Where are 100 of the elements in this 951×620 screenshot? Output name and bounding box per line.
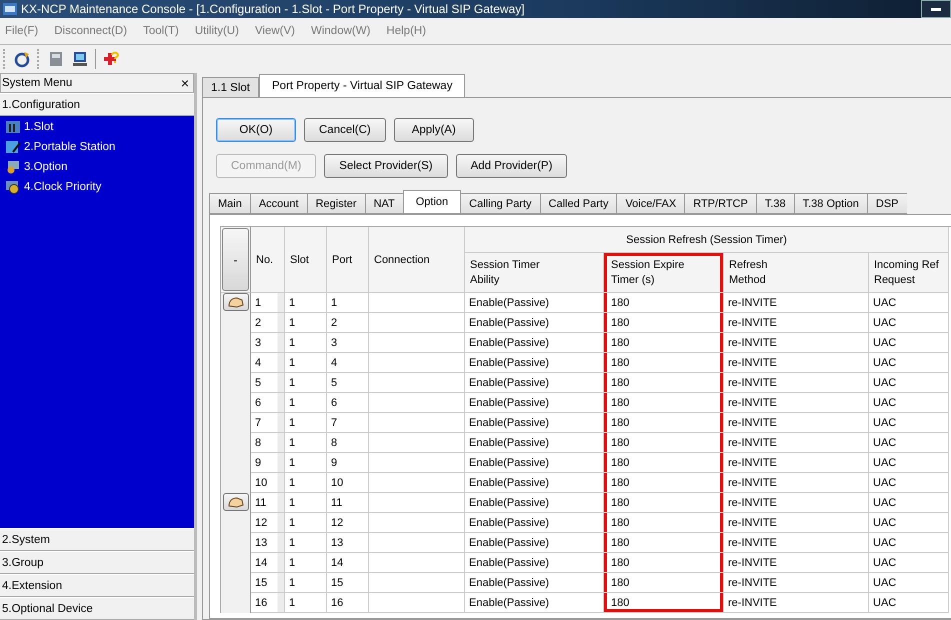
tab[interactable]: T.38 <box>756 193 794 214</box>
action-button[interactable]: Apply(A) <box>394 118 474 142</box>
table-cell: UAC <box>869 553 949 573</box>
table-cell: Enable(Passive) <box>465 593 604 613</box>
document-tab[interactable]: 1.1 Slot <box>202 77 259 97</box>
table-cell: 1 <box>285 453 327 473</box>
action-button[interactable]: OK(O) <box>216 118 296 142</box>
table-cell: 1 <box>285 473 327 493</box>
table-cell: Enable(Passive) <box>465 293 604 313</box>
menu-item[interactable]: Window(W) <box>311 25 370 37</box>
table-cell: 180 <box>604 513 724 533</box>
table-cell: 1 <box>285 313 327 333</box>
table-cell: 180 <box>604 373 724 393</box>
table-cell: Enable(Passive) <box>465 533 604 553</box>
device-icon[interactable] <box>47 50 65 68</box>
tab[interactable]: DSP <box>866 193 907 214</box>
table-cell: 1 <box>285 593 327 613</box>
table-cell: 15 <box>327 573 369 593</box>
minimize-button[interactable] <box>921 0 951 18</box>
menu-item[interactable]: Utility(U) <box>194 25 239 37</box>
menu-section[interactable]: 2.System <box>0 528 194 551</box>
tab[interactable]: Account <box>250 193 307 214</box>
tab[interactable]: Calling Party <box>461 193 540 214</box>
column-header: Slot <box>285 227 327 293</box>
table-cell: 8 <box>251 433 285 453</box>
table-cell: UAC <box>869 593 949 613</box>
table-cell: re-INVITE <box>724 293 869 313</box>
table-cell: Enable(Passive) <box>465 313 604 333</box>
table-cell: re-INVITE <box>724 533 869 553</box>
table-cell: re-INVITE <box>724 433 869 453</box>
computer-icon[interactable] <box>71 50 89 68</box>
table-cell: UAC <box>869 573 949 593</box>
table-cell: UAC <box>869 513 949 533</box>
row-handle[interactable] <box>221 313 251 333</box>
table-cell: 4 <box>327 353 369 373</box>
menu-item[interactable]: 1.Slot <box>0 117 194 137</box>
tab[interactable]: Voice/FAX <box>616 193 684 214</box>
module-icon <box>5 180 21 194</box>
table-cell: 4 <box>251 353 285 373</box>
tab[interactable]: Register <box>306 193 365 214</box>
table-cell: 7 <box>327 413 369 433</box>
tab[interactable]: NAT <box>364 193 403 214</box>
action-button[interactable]: Add Provider(P) <box>456 154 568 178</box>
menu-item[interactable]: 4.Clock Priority <box>0 177 194 197</box>
table-cell: re-INVITE <box>724 493 869 513</box>
table-cell: 180 <box>604 453 724 473</box>
table-cell: 1 <box>285 293 327 313</box>
table-cell: Enable(Passive) <box>465 453 604 473</box>
action-button[interactable]: Cancel(C) <box>304 118 386 142</box>
menu-item[interactable]: Disconnect(D) <box>54 25 128 37</box>
module-icon <box>5 140 21 154</box>
row-handle[interactable] <box>221 473 251 493</box>
table-cell: Enable(Passive) <box>465 553 604 573</box>
tab[interactable]: T.38 Option <box>794 193 867 214</box>
help-icon[interactable] <box>102 50 120 68</box>
menu-section[interactable]: 3.Group <box>0 551 194 574</box>
table-cell: re-INVITE <box>724 573 869 593</box>
menu-section[interactable]: 4.Extension <box>0 574 194 597</box>
table-cell: 12 <box>251 513 285 533</box>
column-header: Port <box>327 227 369 293</box>
table-cell: re-INVITE <box>724 393 869 413</box>
tab[interactable]: Called Party <box>540 193 616 214</box>
table-cell: UAC <box>869 313 949 333</box>
document-tab[interactable]: Port Property - Virtual SIP Gateway <box>259 74 466 97</box>
menu-item[interactable]: 3.Option <box>0 157 194 177</box>
table-cell: 180 <box>604 533 724 553</box>
minimize-icon <box>931 8 941 10</box>
menu-item[interactable]: 2.Portable Station <box>0 137 194 157</box>
tab[interactable]: RTP/RTCP <box>684 193 756 214</box>
close-button[interactable]: × <box>176 76 193 90</box>
menu-item[interactable]: File(F) <box>5 25 38 37</box>
menu-item[interactable]: Tool(T) <box>143 25 179 37</box>
row-handle[interactable] <box>221 513 251 533</box>
collapse-button[interactable]: - <box>222 228 249 291</box>
table-cell: UAC <box>869 413 949 433</box>
table-cell: 3 <box>327 333 369 353</box>
menu-item[interactable]: View(V) <box>254 25 295 37</box>
table-cell: re-INVITE <box>724 513 869 533</box>
column-header: Incoming Ref Request <box>869 253 949 293</box>
tab[interactable]: Option <box>402 190 462 214</box>
action-button[interactable]: Select Provider(S) <box>324 154 448 178</box>
window-title: KX-NCP Maintenance Console - [1.Configuration - 1.Slot - Port Property - Virtual SIP Gateway] <box>21 2 525 16</box>
table-cell: 180 <box>604 293 724 313</box>
menu-item[interactable]: Help(H) <box>386 25 426 37</box>
column-header: No. <box>251 227 285 293</box>
table-cell: Enable(Passive) <box>465 573 604 593</box>
menu-section[interactable]: 1.Configuration <box>0 93 194 116</box>
table-cell: re-INVITE <box>724 473 869 493</box>
connect-icon[interactable] <box>13 50 31 68</box>
table-cell: 11 <box>251 493 285 513</box>
menu-section[interactable]: 5.Optional Device <box>0 597 194 620</box>
table-cell: 9 <box>327 453 369 473</box>
row-handle[interactable] <box>221 593 251 613</box>
table-cell: 1 <box>285 533 327 553</box>
table-cell: Enable(Passive) <box>465 353 604 373</box>
table-cell: 13 <box>327 533 369 553</box>
tab[interactable]: Main <box>209 193 250 214</box>
table-cell: re-INVITE <box>724 553 869 573</box>
table-cell: 1 <box>285 373 327 393</box>
table-cell: re-INVITE <box>724 333 869 353</box>
